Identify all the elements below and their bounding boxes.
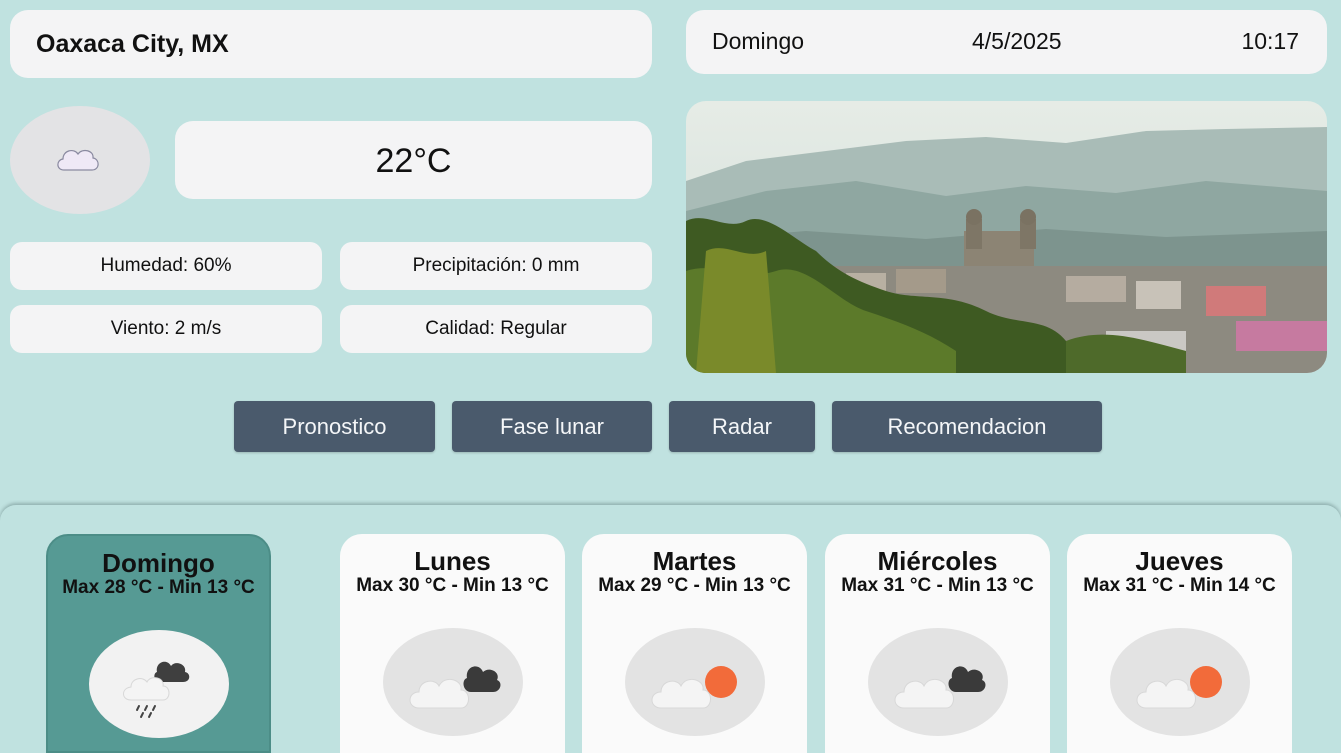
temperature-box: 22°C xyxy=(175,121,652,199)
forecast-card-jueves[interactable]: Jueves Max 31 °C - Min 14 °C xyxy=(1067,534,1292,753)
forecast-icon-circle xyxy=(624,628,765,736)
precipitation-stat: Precipitación: 0 mm xyxy=(340,242,652,290)
partly-sunny-icon xyxy=(651,666,737,709)
forecast-icon-circle xyxy=(867,628,1008,736)
current-date: 4/5/2025 xyxy=(972,28,1062,54)
moon-phase-button[interactable]: Fase lunar xyxy=(452,401,652,452)
current-time: 10:17 xyxy=(1241,28,1299,54)
forecast-temps: Max 29 °C - Min 13 °C xyxy=(598,575,791,596)
air-quality-stat: Calidad: Regular xyxy=(340,305,652,353)
forecast-button[interactable]: Pronostico xyxy=(234,401,435,452)
current-day: Domingo xyxy=(712,28,805,54)
forecast-day-name: Martes xyxy=(652,546,737,576)
current-weather-icon-circle xyxy=(10,106,150,214)
recommendation-button[interactable]: Recomendacion xyxy=(832,401,1102,452)
forecast-icon-circle xyxy=(88,630,229,738)
forecast-temps: Max 31 °C - Min 14 °C xyxy=(1083,575,1276,596)
forecast-icon-circle xyxy=(1109,628,1250,736)
dark-cloud-icon xyxy=(894,666,985,709)
forecast-temps: Max 31 °C - Min 13 °C xyxy=(841,575,1034,596)
partly-sunny-icon xyxy=(1136,666,1222,709)
forecast-card-lunes[interactable]: Lunes Max 30 °C - Min 13 °C xyxy=(340,534,565,753)
forecast-day-name: Miércoles xyxy=(877,546,998,576)
forecast-day-name: Domingo xyxy=(102,548,215,578)
datetime-bar: Domingo 4/5/2025 10:17 xyxy=(686,10,1327,74)
dark-cloud-icon xyxy=(409,666,500,709)
wind-stat: Viento: 2 m/s xyxy=(10,305,322,353)
rain-cloud-icon xyxy=(122,661,189,718)
forecast-icon-circle xyxy=(382,628,523,736)
forecast-temps: Max 30 °C - Min 13 °C xyxy=(356,575,549,596)
city-header: Oaxaca City, MX xyxy=(10,10,652,78)
forecast-card-domingo[interactable]: Domingo Max 28 °C - Min 13 °C xyxy=(46,534,271,753)
humidity-stat: Humedad: 60% xyxy=(10,242,322,290)
radar-button[interactable]: Radar xyxy=(669,401,815,452)
forecast-card-martes[interactable]: Martes Max 29 °C - Min 13 °C xyxy=(582,534,807,753)
cloud-icon xyxy=(57,149,99,171)
city-name: Oaxaca City, MX xyxy=(36,30,229,58)
forecast-day-name: Jueves xyxy=(1135,546,1224,576)
current-temperature: 22°C xyxy=(375,142,452,180)
city-landscape-photo xyxy=(686,101,1327,373)
forecast-day-name: Lunes xyxy=(414,546,491,576)
forecast-card-miercoles[interactable]: Miércoles Max 31 °C - Min 13 °C xyxy=(825,534,1050,753)
forecast-temps: Max 28 °C - Min 13 °C xyxy=(62,577,255,598)
